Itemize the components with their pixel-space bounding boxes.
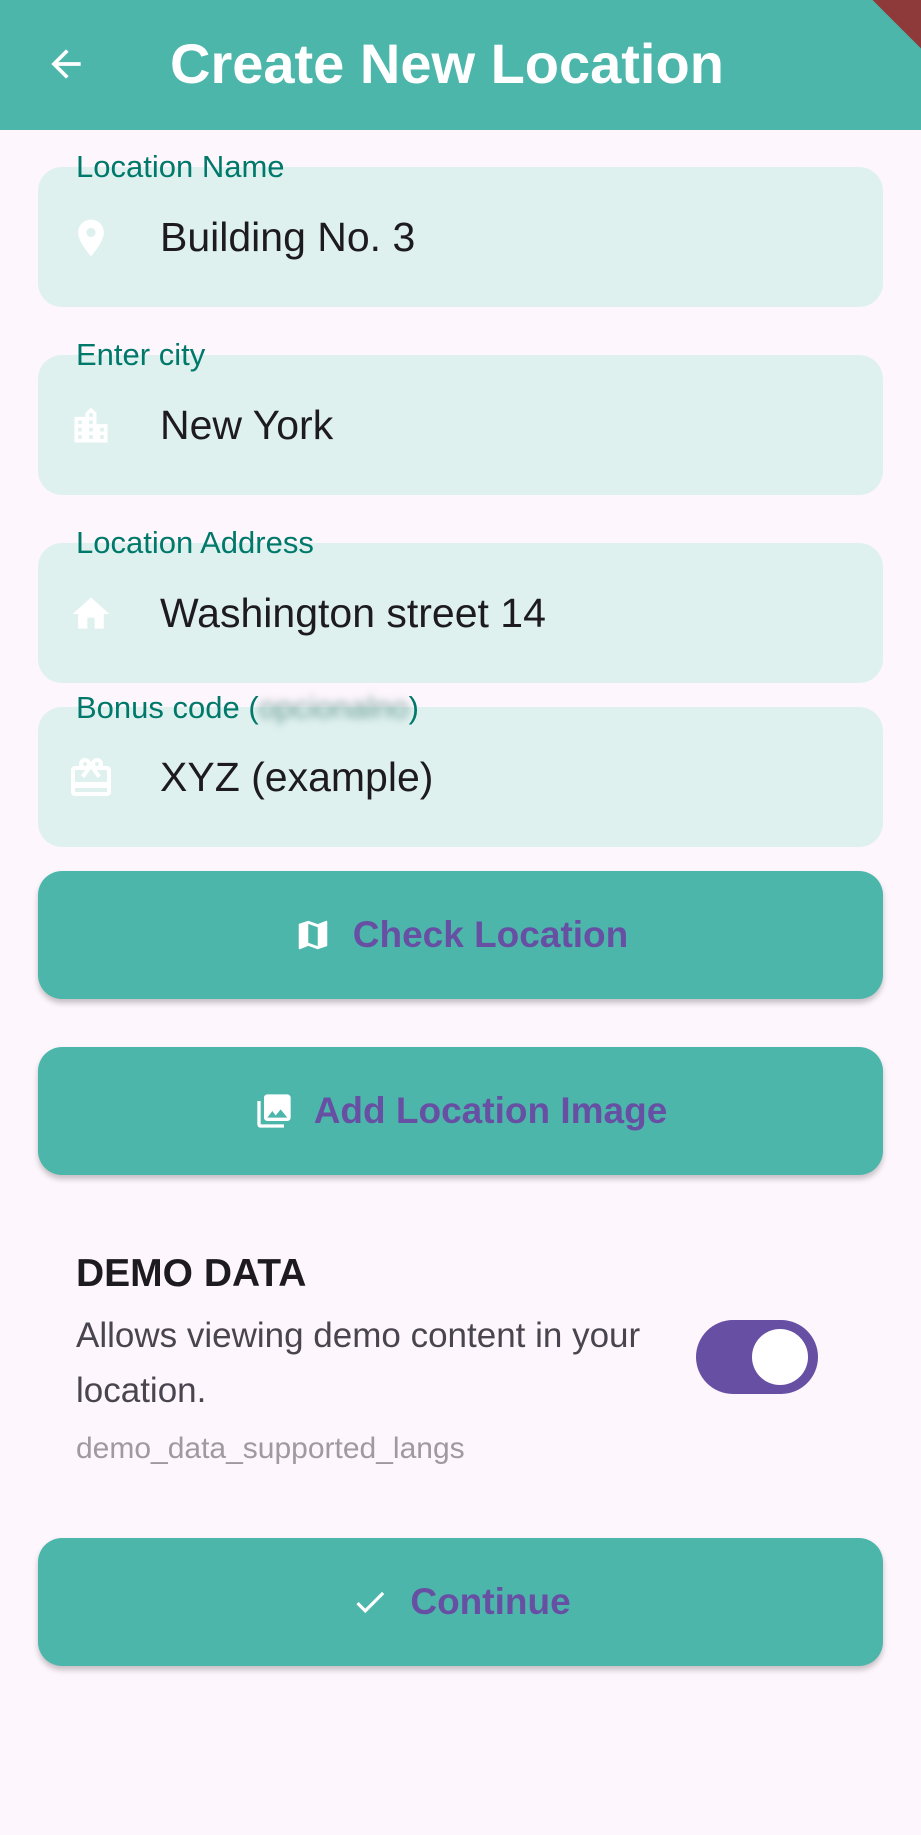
city-field[interactable]: New York (38, 355, 883, 495)
location-name-field[interactable]: Building No. 3 (38, 167, 883, 307)
home-icon (66, 589, 116, 639)
address-label: Location Address (76, 525, 314, 560)
page-title: Create New Location (170, 32, 724, 95)
check-icon (350, 1582, 390, 1622)
check-location-label: Check Location (352, 914, 629, 955)
continue-label: Continue (410, 1581, 571, 1622)
demo-data-langs: demo_data_supported_langs (76, 1432, 465, 1465)
back-button[interactable] (36, 34, 96, 94)
location-pin-icon (66, 213, 116, 263)
bonus-code-input[interactable]: XYZ (example) (160, 751, 433, 803)
bonus-code-label-suffix: ) (408, 690, 419, 725)
add-location-image-label: Add Location Image (313, 1090, 668, 1131)
city-icon (66, 401, 116, 451)
city-input[interactable]: New York (160, 399, 333, 451)
arrow-back-icon (51, 49, 81, 79)
demo-data-description: Allows viewing demo content in your loca… (76, 1316, 641, 1410)
add-location-image-button[interactable]: Add Location Image (38, 1047, 883, 1175)
toggle-thumb (752, 1329, 808, 1385)
demo-data-title: DEMO DATA (76, 1252, 307, 1295)
bonus-code-field[interactable]: XYZ (example) (38, 707, 883, 847)
map-icon (293, 915, 333, 955)
check-location-button[interactable]: Check Location (38, 871, 883, 999)
location-name-label: Location Name (76, 149, 285, 184)
gift-card-icon (66, 753, 116, 803)
bonus-code-label: Bonus code (opcionalno) (76, 689, 419, 727)
address-field[interactable]: Washington street 14 (38, 543, 883, 683)
address-input[interactable]: Washington street 14 (160, 587, 546, 639)
city-label: Enter city (76, 337, 206, 372)
demo-data-toggle[interactable] (696, 1320, 818, 1394)
continue-button[interactable]: Continue (38, 1538, 883, 1666)
debug-banner (854, 0, 921, 60)
bonus-code-label-blurred: opcionalno (258, 690, 409, 725)
location-name-input[interactable]: Building No. 3 (160, 211, 415, 263)
app-bar: Create New Location (0, 0, 921, 130)
photo-library-icon (254, 1091, 294, 1131)
bonus-code-label-text: Bonus code ( (76, 690, 259, 725)
